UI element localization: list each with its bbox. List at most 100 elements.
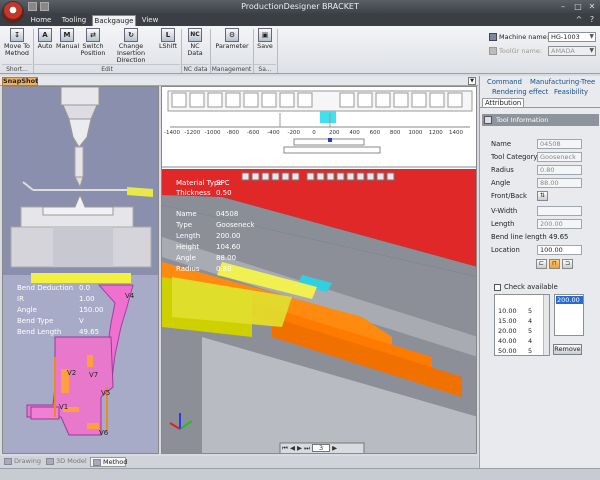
align-right-button[interactable]: ⊐ xyxy=(562,259,573,269)
tool-height-label: Height xyxy=(176,243,200,251)
ribbon-tabs: Home Tooling Backgauge View ^ ? xyxy=(0,14,600,26)
list-item: 15.00 4 xyxy=(498,317,533,325)
first-step-icon[interactable]: ⏮ xyxy=(282,444,288,452)
manual-button[interactable]: M Manual xyxy=(56,28,79,50)
tab-drawing[interactable]: Drawing xyxy=(2,457,42,467)
help-icon[interactable]: ? xyxy=(585,14,599,25)
ruler-tick-label: 1400 xyxy=(449,130,463,136)
ribbon: ↧ Move To Method A Auto M Manual ⇄ Switc… xyxy=(0,26,600,74)
close-button[interactable]: ✕ xyxy=(585,1,599,12)
group-label-management: Management xyxy=(211,64,252,73)
align-left-button[interactable]: ⊏ xyxy=(536,259,547,269)
length-label: Length xyxy=(491,220,515,228)
check-available-label: Check available xyxy=(504,283,558,291)
tab-rendering-effect[interactable]: Rendering effect xyxy=(492,88,548,96)
tab-attribution[interactable]: Attribution xyxy=(482,98,525,107)
quick-access-menu-icon[interactable] xyxy=(40,2,49,11)
model-icon xyxy=(46,458,54,465)
auto-button[interactable]: A Auto xyxy=(35,28,55,50)
play-icon[interactable]: ▶ xyxy=(332,444,337,452)
snapshot-tab[interactable]: SnapShot xyxy=(2,77,38,86)
radius-field: 0.80 xyxy=(537,165,582,175)
tab-home[interactable]: Home xyxy=(26,15,56,26)
angle-field: 88.00 xyxy=(537,178,582,188)
switch-position-button[interactable]: ⇄ Switch Position xyxy=(79,28,107,57)
tool-information-header: Tool Information xyxy=(482,114,599,126)
tool-category-label: Tool Category xyxy=(491,153,538,161)
group-label-nc-data: NC data xyxy=(182,64,209,73)
machine-name-label: Machine name: xyxy=(499,33,549,41)
lshift-button[interactable]: L LShift xyxy=(157,28,179,50)
selected-tool-list[interactable]: 200.00 xyxy=(554,294,584,336)
location-input[interactable]: 100.00 xyxy=(537,245,582,255)
front-back-toggle-button[interactable]: ⇅ xyxy=(537,191,548,201)
prev-step-icon[interactable]: ◀ xyxy=(290,444,295,452)
save-button[interactable]: ▣ Save xyxy=(255,28,275,50)
nc-data-icon: NC xyxy=(188,28,202,42)
chevron-down-icon[interactable]: ▼ xyxy=(468,77,476,85)
snapshot-drawing xyxy=(3,87,158,453)
tool-type-value: Gooseneck xyxy=(216,221,255,229)
view-panel-header: SnapShot ▼ xyxy=(0,76,478,86)
machine-name-select[interactable]: HG-1003 ▼ xyxy=(548,32,596,42)
group-label-short: Short... xyxy=(2,64,32,73)
material-type-value: SPC xyxy=(216,179,230,187)
step-navigator: ⏮ ◀ ▶ ⏭ 3 ▶ xyxy=(282,444,337,453)
list-item: 20.00 5 xyxy=(498,327,533,335)
move-to-method-button[interactable]: ↧ Move To Method xyxy=(2,28,32,57)
move-to-method-icon: ↧ xyxy=(10,28,24,42)
ruler-tick-label: -1400 xyxy=(164,130,180,136)
quick-access-save-icon[interactable] xyxy=(28,2,37,11)
ruler-tick-label: 1200 xyxy=(428,130,443,136)
ruler-tick-label: -1000 xyxy=(204,130,221,136)
machine-icon xyxy=(489,33,497,41)
nc-data-button[interactable]: NC NC Data xyxy=(183,28,207,57)
part-label-v7: V7 xyxy=(89,371,99,379)
thickness-value: 0.50 xyxy=(216,189,232,197)
v-width-label: V-Width xyxy=(491,207,518,215)
method-icon xyxy=(93,459,101,466)
status-bar xyxy=(0,468,600,480)
change-insertion-direction-button[interactable]: ↻ Change Insertion Direction xyxy=(106,28,156,64)
switch-position-icon: ⇄ xyxy=(86,28,100,42)
minimize-button[interactable]: – xyxy=(556,1,570,12)
check-available-checkbox[interactable] xyxy=(494,284,501,291)
tool-name-label: Name xyxy=(176,210,197,218)
tab-feasibility[interactable]: Feasibility xyxy=(554,88,588,96)
maximize-button[interactable]: □ xyxy=(571,1,585,12)
snapshot-view[interactable]: Bend Deduction 0.0 IR 1.00 Angle 150.00 … xyxy=(2,86,159,454)
bend-deduction-label: Bend Deduction xyxy=(17,284,74,292)
parameter-button[interactable]: ⚙ Parameter xyxy=(214,28,250,50)
attribution-panel: Command Manufacturing-Tree Rendering eff… xyxy=(479,76,600,468)
location-label: Location xyxy=(491,246,520,254)
tab-command[interactable]: Command xyxy=(487,78,522,86)
main-3d-view[interactable]: -1400 -1200 -1000 -800 -600 -400 -200 0 200 400 60… xyxy=(161,86,477,454)
ruler-tick-label: -200 xyxy=(287,130,300,136)
tab-backgauge[interactable]: Backgauge xyxy=(92,15,136,26)
tab-manufacturing-tree[interactable]: Manufacturing-Tree xyxy=(530,78,595,86)
parameter-icon: ⚙ xyxy=(225,28,239,42)
list-scrollbar[interactable] xyxy=(543,295,549,355)
tab-tooling[interactable]: Tooling xyxy=(58,15,90,26)
tab-3d-model[interactable]: 3D Model xyxy=(44,457,88,467)
lshift-icon: L xyxy=(161,28,175,42)
ruler-tick-label: 600 xyxy=(369,130,381,136)
tab-view[interactable]: View xyxy=(138,15,162,26)
front-back-label: Front/Back xyxy=(491,192,527,200)
tool-category-field: Gooseneck xyxy=(537,152,582,162)
app-logo-icon[interactable] xyxy=(2,1,24,23)
remove-button[interactable]: Remove xyxy=(553,344,582,355)
step-number-field[interactable]: 3 xyxy=(312,444,331,452)
tool-length-value: 200.00 xyxy=(216,232,241,240)
bend-type-label: Bend Type xyxy=(17,317,54,325)
ribbon-minimize-icon[interactable]: ^ xyxy=(572,14,586,25)
ruler-tick-label: 1000 xyxy=(408,130,423,136)
last-step-icon[interactable]: ⏭ xyxy=(304,444,310,452)
thickness-label: Thickness xyxy=(176,189,211,197)
selected-list-item[interactable]: 200.00 xyxy=(556,296,583,304)
tab-method[interactable]: Method xyxy=(90,457,127,467)
tool-length-list[interactable]: 10.00 5 15.00 4 20.00 5 40.00 4 50.00 5 xyxy=(494,294,550,356)
next-step-icon[interactable]: ▶ xyxy=(297,444,302,452)
align-center-button[interactable]: ⊓ xyxy=(549,259,560,269)
tool-type-label: Type xyxy=(176,221,193,229)
